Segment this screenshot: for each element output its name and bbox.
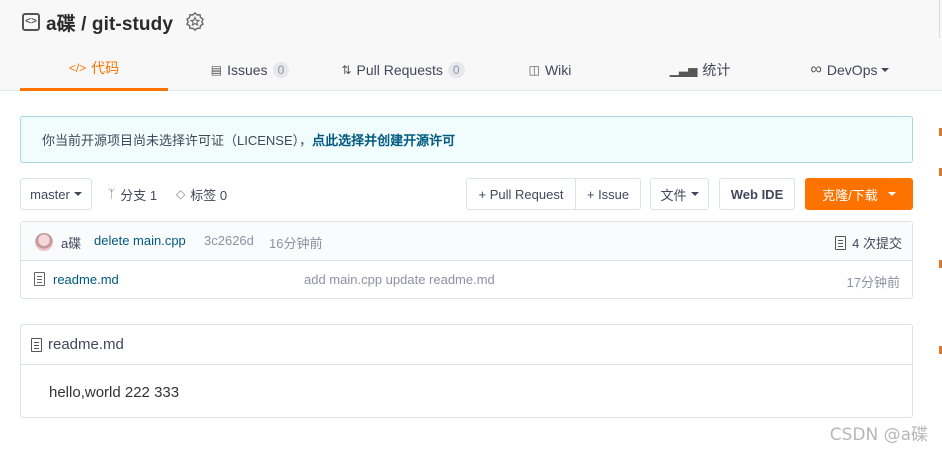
create-license-link[interactable]: 点此选择并创建开源许可 — [312, 130, 455, 149]
file-browser: a碟 delete main.cpp 3c2626d 16分钟前 4 次提交 r… — [20, 221, 913, 299]
file-commit-message[interactable]: add main.cpp update readme.md — [304, 272, 495, 287]
branch-icon: ᛉ — [108, 187, 116, 201]
repo-name[interactable]: a碟 / git-study — [46, 9, 173, 36]
commit-hash-link[interactable]: 3c2626d — [204, 233, 254, 248]
table-row: readme.md add main.cpp update readme.md … — [21, 261, 912, 299]
branches-label: 分支 1 — [120, 187, 158, 203]
issues-icon: ▤ — [210, 62, 223, 77]
tab-wiki[interactable]: ◫ Wiki — [515, 48, 585, 91]
clone-download-label: 克隆/下载 — [822, 187, 878, 203]
tab-issues[interactable]: ▤ Issues 0 — [190, 48, 310, 91]
code-icon: </> — [68, 61, 87, 75]
tags-label: 标签 0 — [190, 187, 228, 203]
tab-stats[interactable]: ▁▃▅ 统计 — [665, 48, 735, 91]
pull-request-icon: ⇅ — [341, 62, 352, 77]
commit-count-label: 4 次提交 — [852, 236, 902, 251]
chevron-down-icon — [881, 67, 890, 72]
pull-requests-count-badge: 0 — [447, 61, 465, 78]
repo-code-icon: <> — [22, 13, 40, 31]
file-name-link[interactable]: readme.md — [53, 272, 119, 287]
commit-author[interactable]: a碟 — [61, 233, 81, 252]
tab-code[interactable]: </> 代码 — [20, 48, 168, 91]
tab-wiki-label: Wiki — [544, 61, 572, 78]
tags-link[interactable]: ◇ 标签 0 — [176, 178, 227, 210]
new-pull-request-label: + Pull Request — [478, 186, 564, 202]
recommend-badge-icon[interactable] — [185, 12, 205, 32]
repo-toolbar: master ᛉ 分支 1 ◇ 标签 0 + Pull Request + Is… — [20, 178, 913, 210]
csdn-watermark: CSDN @a碟 — [829, 425, 928, 445]
license-notice-text: 你当前开源项目尚未选择许可证（LICENSE）， — [42, 133, 313, 148]
license-notice: 你当前开源项目尚未选择许可证（LICENSE）， 点此选择并创建开源许可 — [20, 116, 913, 163]
repo-title: <> a碟 / git-study — [22, 9, 205, 36]
commits-icon — [835, 235, 847, 250]
tab-issues-label: Issues — [227, 61, 268, 78]
commit-count-link[interactable]: 4 次提交 — [835, 233, 902, 252]
wiki-icon: ◫ — [528, 62, 540, 77]
files-dropdown[interactable]: 文件 — [650, 178, 709, 210]
readme-panel: readme.md hello,world 222 333 — [20, 324, 913, 418]
files-dropdown-label: 文件 — [660, 187, 687, 203]
avatar[interactable] — [35, 233, 53, 251]
issues-count-badge: 0 — [272, 61, 290, 78]
tab-code-label: 代码 — [91, 60, 120, 76]
readme-content: hello,world 222 333 — [49, 384, 180, 401]
repo-header: <> a碟 / git-study </> 代码 ▤ Issues 0 ⇅ Pu… — [0, 0, 942, 91]
branches-link[interactable]: ᛉ 分支 1 — [108, 178, 157, 210]
chevron-down-icon — [690, 192, 699, 196]
latest-commit-row: a碟 delete main.cpp 3c2626d 16分钟前 4 次提交 — [21, 222, 912, 261]
repo-tabs: </> 代码 ▤ Issues 0 ⇅ Pull Requests 0 ◫ Wi… — [20, 48, 940, 91]
tab-devops-label: DevOps — [826, 61, 878, 78]
web-ide-label: Web IDE — [730, 186, 784, 202]
commit-message-link[interactable]: delete main.cpp — [94, 233, 186, 248]
tag-icon: ◇ — [176, 187, 186, 201]
new-issue-label: + Issue — [586, 186, 630, 202]
tab-stats-label: 统计 — [702, 61, 731, 78]
web-ide-button[interactable]: Web IDE — [719, 178, 795, 210]
tab-pull-requests[interactable]: ⇅ Pull Requests 0 — [328, 48, 478, 91]
chevron-down-icon — [887, 192, 896, 196]
file-time: 17分钟前 — [846, 275, 900, 290]
readme-file-icon — [31, 337, 42, 352]
stats-icon: ▁▃▅ — [669, 62, 698, 77]
readme-header: readme.md — [21, 325, 912, 365]
new-pull-request-button[interactable]: + Pull Request — [466, 178, 576, 210]
branch-select[interactable]: master — [20, 178, 92, 210]
new-issue-button[interactable]: + Issue — [575, 178, 641, 210]
file-icon — [34, 272, 45, 286]
right-edge-fragments — [938, 120, 942, 380]
chevron-down-icon — [73, 192, 82, 196]
clone-download-button[interactable]: 克隆/下载 — [805, 178, 913, 210]
readme-title: readme.md — [48, 336, 124, 353]
commit-time: 16分钟前 — [269, 236, 323, 251]
tab-devops[interactable]: ∞ DevOps — [800, 48, 900, 91]
devops-icon: ∞ — [810, 60, 822, 78]
tab-pull-requests-label: Pull Requests — [356, 61, 443, 78]
branch-select-label: master — [30, 186, 70, 202]
